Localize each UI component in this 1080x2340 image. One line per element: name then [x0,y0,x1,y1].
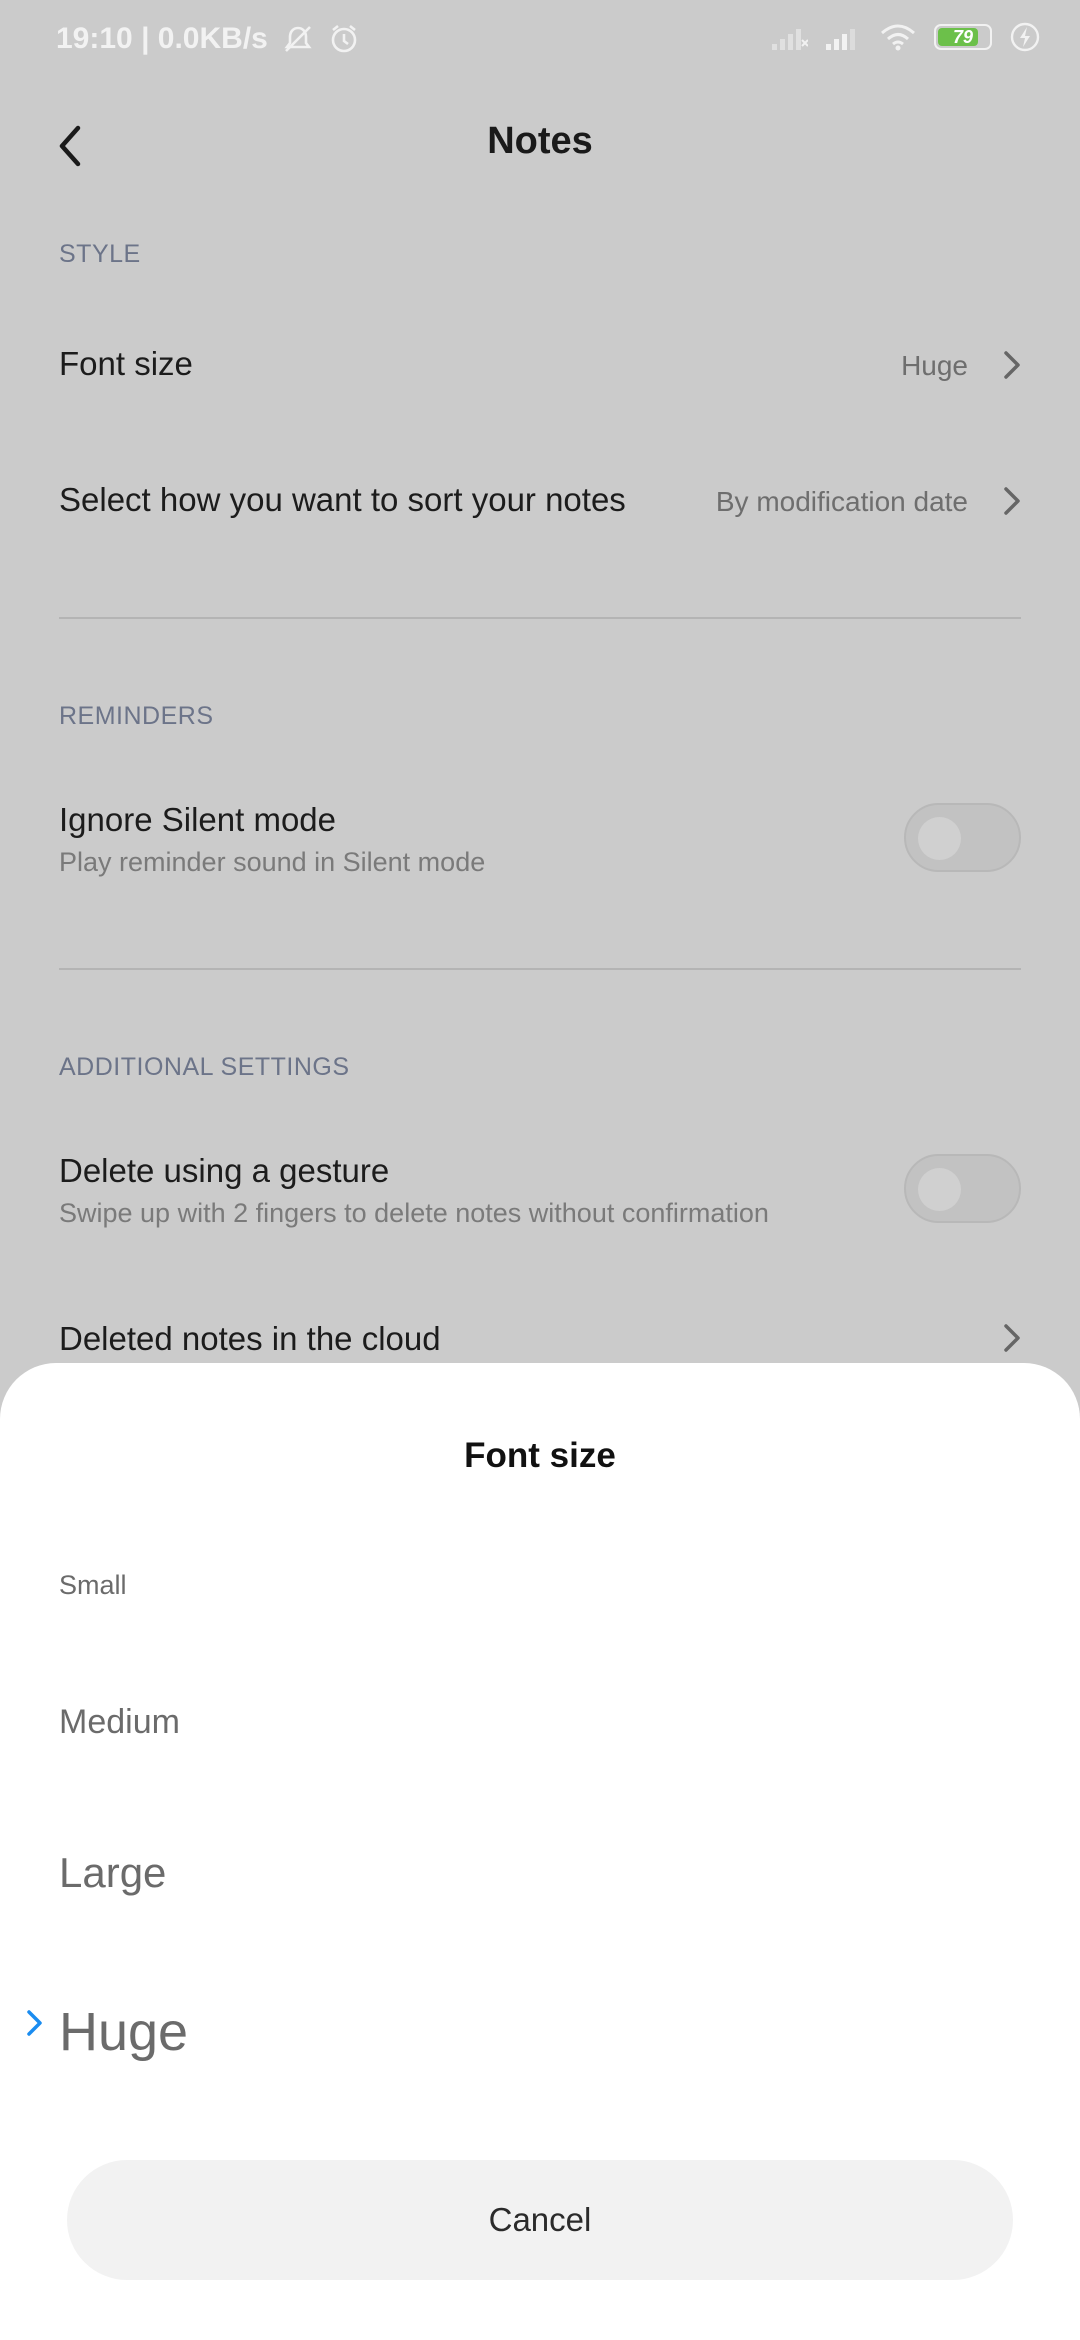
chevron-right-icon [1004,487,1020,515]
toggle-knob [918,817,961,860]
section-label-reminders: REMINDERS [59,702,214,730]
section-label-style: STYLE [59,240,141,268]
delete-gesture-toggle[interactable] [904,1154,1021,1223]
font-size-value: Huge [901,350,968,381]
section-label-additional: ADDITIONAL SETTINGS [59,1053,350,1081]
alarm-icon [328,23,360,55]
toggle-knob [918,1168,961,1211]
status-bar: 19:10 | 0.0KB/s 79 [0,0,1080,80]
ignore-silent-subtitle: Play reminder sound in Silent mode [59,847,486,877]
delete-gesture-title: Delete using a gesture [59,1152,390,1189]
ignore-silent-toggle[interactable] [904,803,1021,872]
battery-icon: 79 [934,24,992,50]
divider [59,968,1021,970]
chevron-right-icon [1004,351,1020,379]
status-right: 79 [772,22,1040,52]
sort-notes-title: Select how you want to sort your notes [59,481,626,518]
charging-icon [1010,22,1040,52]
font-size-title: Font size [59,345,193,382]
option-huge[interactable]: Huge [59,2001,188,2063]
deleted-cloud-title: Deleted notes in the cloud [59,1320,441,1357]
wifi-icon [880,23,916,51]
no-alarm-icon [282,23,314,55]
ignore-silent-title: Ignore Silent mode [59,801,337,838]
delete-gesture-subtitle: Swipe up with 2 fingers to delete notes … [59,1198,769,1228]
chevron-right-icon [1004,1324,1020,1352]
option-small[interactable]: Small [59,1570,127,1601]
page-title: Notes [487,120,593,162]
sheet-title: Font size [464,1436,616,1475]
sort-notes-value: By modification date [715,486,968,517]
option-large[interactable]: Large [59,1849,166,1897]
signal-2-icon [826,24,862,50]
divider [59,617,1021,619]
font-size-sheet: Font size Small Medium Large Huge Cancel [0,1363,1080,2340]
cancel-button[interactable]: Cancel [67,2160,1013,2280]
option-medium[interactable]: Medium [59,1703,180,1742]
status-left: 19:10 | 0.0KB/s [56,22,360,56]
time-speed-text: 19:10 | 0.0KB/s [56,22,268,55]
signal-1-icon [772,24,808,50]
app-header: Notes [0,96,1080,192]
battery-level-text: 79 [952,27,974,47]
selected-check-icon [27,2010,42,2036]
